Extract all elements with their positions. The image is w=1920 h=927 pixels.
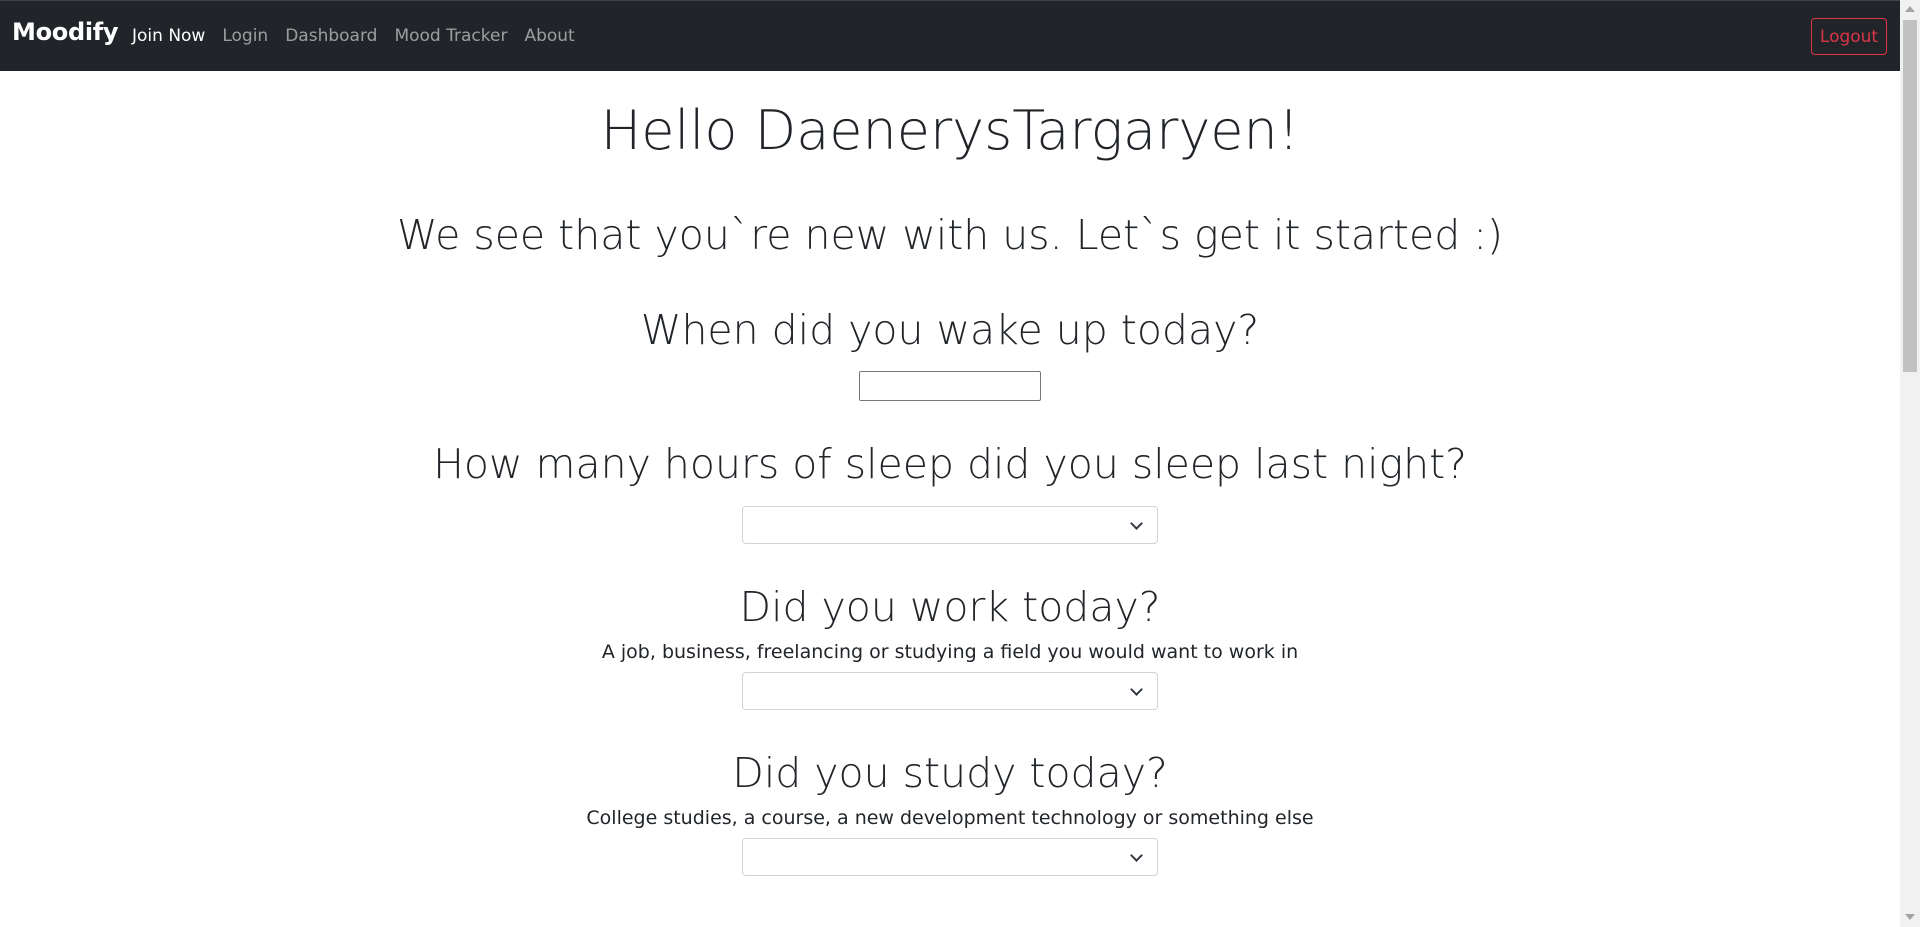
- nav-mood-tracker[interactable]: Mood Tracker: [394, 26, 507, 46]
- nav-dashboard[interactable]: Dashboard: [285, 26, 377, 46]
- main-content: Hello DaenerysTargaryen! We see that you…: [0, 71, 1900, 927]
- nav-join-now[interactable]: Join Now: [132, 26, 205, 46]
- study-question: Did you study today?: [732, 749, 1168, 797]
- wake-up-question: When did you wake up today?: [640, 306, 1260, 354]
- work-question: Did you work today?: [739, 583, 1161, 631]
- study-question-subtitle: College studies, a course, a new develop…: [586, 807, 1314, 829]
- nav-links: Join Now Login Dashboard Mood Tracker Ab…: [132, 26, 592, 46]
- scrollbar-thumb[interactable]: [1903, 20, 1917, 372]
- intro-heading: We see that you`re new with us. Let`s ge…: [396, 211, 1504, 259]
- greeting-heading: Hello DaenerysTargaryen!: [600, 99, 1300, 162]
- nav-about[interactable]: About: [524, 26, 574, 46]
- nav-login[interactable]: Login: [222, 26, 268, 46]
- brand-logo[interactable]: Moodify: [12, 18, 119, 46]
- chevron-down-icon: [1130, 683, 1143, 696]
- scroll-up-arrow-icon[interactable]: [1905, 6, 1915, 12]
- work-question-subtitle: A job, business, freelancing or studying…: [601, 641, 1299, 663]
- sleep-hours-select[interactable]: [742, 506, 1158, 544]
- study-select[interactable]: [742, 838, 1158, 876]
- chevron-down-icon: [1130, 849, 1143, 862]
- logout-button[interactable]: Logout: [1811, 18, 1887, 55]
- sleep-hours-question: How many hours of sleep did you sleep la…: [433, 440, 1467, 488]
- wake-up-time-input[interactable]: [859, 371, 1041, 401]
- work-select[interactable]: [742, 672, 1158, 710]
- top-navbar: Moodify Join Now Login Dashboard Mood Tr…: [0, 0, 1900, 71]
- scroll-down-arrow-icon[interactable]: [1905, 914, 1915, 920]
- chevron-down-icon: [1130, 517, 1143, 530]
